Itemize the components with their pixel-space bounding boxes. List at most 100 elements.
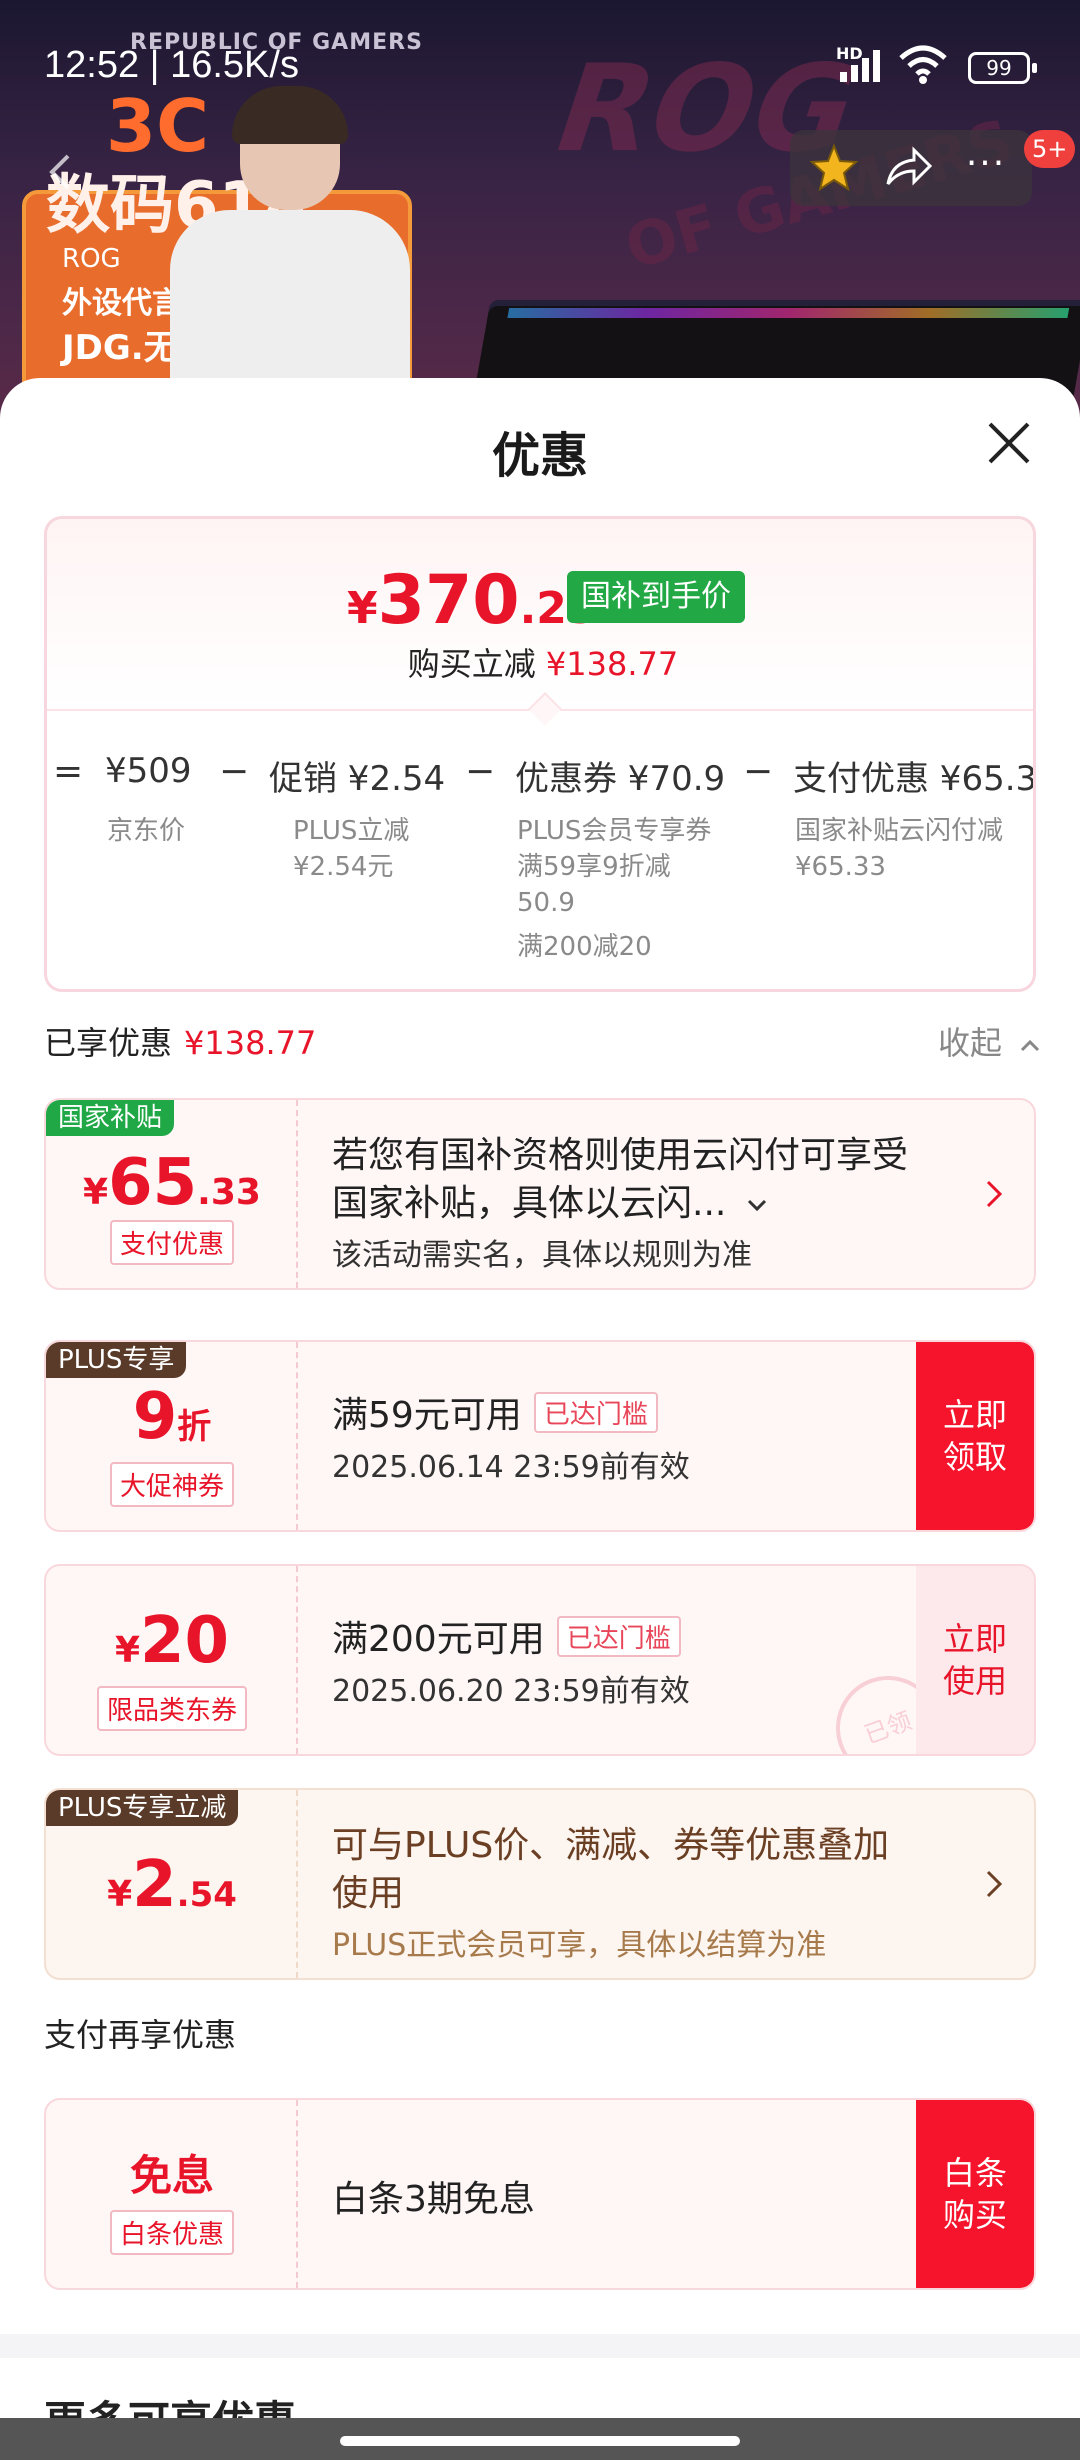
claim-button-text2: 领取 (942, 1438, 1007, 1476)
card2-sub: 大促神券 (46, 1462, 298, 1507)
card3-yen: ¥ (114, 1630, 140, 1671)
card2-tag: PLUS专享 (46, 1342, 187, 1378)
card5-big: 免息 (129, 2151, 214, 2200)
card1-amount: ¥65.33 (46, 1146, 298, 1220)
breakdown-coupon: 优惠券 ¥70.9 (515, 759, 726, 799)
breakdown-promo: 促销 ¥2.54 (269, 759, 446, 799)
card2-line2: 2025.06.14 23:59前有效 (332, 1450, 690, 1485)
card1-int: 65 (108, 1146, 198, 1220)
final-price-yen: ¥ (347, 583, 378, 634)
price-breakdown: = ¥509 京东价 − 促销 ¥2.54 PLUS立减 ¥2.54元 − 优惠… (47, 751, 1036, 989)
card4-line1: 可与PLUS价、满减、券等优惠叠加 (332, 1825, 890, 1866)
card3-sub-label: 限品类东券 (96, 1686, 247, 1731)
coupon-card-baitiao: 免息 白条优惠 白条3期免息 白条 购买 (44, 2098, 1036, 2290)
card4-tag: PLUS专享立减 (46, 1790, 239, 1826)
back-icon[interactable] (40, 150, 84, 194)
card4-int: 2 (132, 1848, 177, 1922)
breakdown-coupon-sub4: 满200减20 (517, 932, 652, 962)
card1-line2: 国家补贴，具体以云闪... (332, 1174, 770, 1226)
chevron-right-icon[interactable] (982, 1866, 1006, 1902)
card3-sub: 限品类东券 (46, 1686, 298, 1731)
wifi-icon (899, 45, 947, 84)
sheet-title: 优惠 (491, 428, 588, 484)
chevron-right-icon[interactable] (982, 1176, 1006, 1212)
battery-icon: 99 (968, 52, 1037, 84)
close-icon[interactable] (984, 418, 1034, 468)
breakdown-jd-price: ¥509 (105, 751, 192, 791)
card1-line3: 该活动需实名，具体以规则为准 (332, 1238, 752, 1273)
promo-line1: ROG (62, 244, 121, 274)
card2-line1-text: 满59元可用 (332, 1395, 522, 1436)
status-time: 12:52 | 16.5K/s (44, 44, 299, 86)
home-indicator[interactable] (340, 2436, 740, 2446)
share-icon[interactable] (882, 144, 934, 192)
collapse-label: 收起 (938, 1024, 1003, 1062)
baitiao-buy-button[interactable]: 白条 购买 (916, 2100, 1034, 2288)
breakdown-coupon-sub1: PLUS会员专享券 (517, 816, 712, 846)
card3-line2: 2025.06.20 23:59前有效 (332, 1674, 690, 1709)
card2-unit: 折 (177, 1407, 212, 1447)
message-badge[interactable]: 5+ (1024, 130, 1076, 168)
summary-notch (528, 692, 562, 726)
reduce-amount: ¥138.77 (545, 645, 679, 683)
claim-button[interactable]: 立即 领取 (916, 1342, 1034, 1530)
op-minus-1: − (219, 751, 250, 792)
discount-sheet: 优惠 ¥370.23 国补到手价 购买立减 ¥138.77 = ¥509 京东价… (0, 378, 1080, 2460)
breakdown-payment: 支付优惠 ¥65.33 (793, 759, 1036, 799)
use-button[interactable]: 立即 使用 (916, 1566, 1034, 1754)
coupon-card-plus: 9折 大促神券 PLUS专享 满59元可用 已达门槛 2025.06.14 23:… (44, 1340, 1036, 1532)
baitiao-button-text2: 购买 (942, 2196, 1007, 2234)
price-summary: ¥370.23 国补到手价 购买立减 ¥138.77 = ¥509 京东价 − … (44, 516, 1036, 992)
section-separator (0, 2334, 1080, 2358)
card-left: ¥20 限品类东券 (46, 1566, 298, 1754)
claim-button-label: 立即 领取 (943, 1394, 1007, 1478)
coupon-card-payment[interactable]: ¥65.33 支付优惠 国家补贴 若您有国补资格则使用云闪付可享受 国家补贴，具… (44, 1098, 1036, 1290)
card3-line1-text: 满200元可用 (332, 1619, 545, 1660)
card4-amount: ¥2.54 (46, 1848, 298, 1922)
threshold-badge: 已达门槛 (533, 1392, 658, 1433)
chevron-down-icon[interactable] (744, 1195, 770, 1215)
op-minus-3: − (743, 751, 774, 792)
enjoyed-discount: 已享优惠 ¥138.77 (44, 1018, 316, 1064)
claim-button-text1: 立即 (942, 1396, 1007, 1434)
collapse-toggle[interactable]: 收起 (938, 1018, 1042, 1064)
op-minus-2: − (465, 751, 496, 792)
card3-int: 20 (140, 1604, 230, 1678)
card5-sub: 白条优惠 (46, 2210, 298, 2255)
national-subsidy-tag: 国补到手价 (567, 571, 745, 623)
card4-dec: .54 (176, 1875, 237, 1915)
baitiao-button-label: 白条 购买 (943, 2152, 1007, 2236)
status-bar: 12:52 | 16.5K/s HD 99 (0, 0, 1080, 130)
top-action-bar: ··· (790, 130, 1032, 206)
card1-tag: 国家补贴 (46, 1100, 175, 1136)
card4-line2: 使用 (332, 1873, 405, 1914)
card1-sub-label: 支付优惠 (109, 1220, 234, 1265)
card4-yen: ¥ (107, 1874, 133, 1915)
enjoyed-label: 已享优惠 (44, 1024, 173, 1062)
purchase-reduction: 购买立减 ¥138.77 (47, 639, 1033, 685)
threshold-badge: 已达门槛 (556, 1616, 681, 1657)
keyboard-rgb-glow (507, 308, 1070, 318)
card-left: 免息 白条优惠 (46, 2100, 298, 2288)
card1-line2-text: 国家补贴，具体以云闪... (332, 1183, 727, 1224)
card2-amount: 9折 (46, 1380, 298, 1454)
breakdown-coupon-sub2: 满59享9折减 (517, 852, 671, 882)
favorite-star-icon[interactable] (808, 142, 860, 194)
breakdown-jd-price-label: 京东价 (107, 816, 186, 846)
payment-extra-heading: 支付再享优惠 (44, 2016, 237, 2054)
enjoyed-amount: ¥138.77 (184, 1024, 317, 1062)
signal-icon (840, 50, 880, 82)
final-price: ¥370.23 (347, 561, 598, 640)
coupon-card-category: ¥20 限品类东券 满200元可用 已达门槛 2025.06.20 23:59前有… (44, 1564, 1036, 1756)
card1-line1: 若您有国补资格则使用云闪付可享受 (332, 1135, 909, 1176)
card2-int: 9 (132, 1380, 178, 1454)
coupon-card-plus-reduce[interactable]: ¥2.54 PLUS专享立减 可与PLUS价、满减、券等优惠叠加 使用 PLUS… (44, 1788, 1036, 1980)
card1-dec: .33 (197, 1172, 261, 1213)
breakdown-coupon-sub3: 50.9 (517, 888, 575, 918)
breakdown-payment-sub1: 国家补贴云闪付减 (795, 816, 1004, 846)
use-button-label: 立即 使用 (943, 1618, 1007, 1702)
card3-line1: 满200元可用 已达门槛 (332, 1610, 681, 1662)
spokesperson-image (170, 86, 410, 420)
breakdown-promo-sub2: ¥2.54元 (293, 852, 394, 882)
more-icon[interactable]: ··· (960, 144, 1012, 192)
